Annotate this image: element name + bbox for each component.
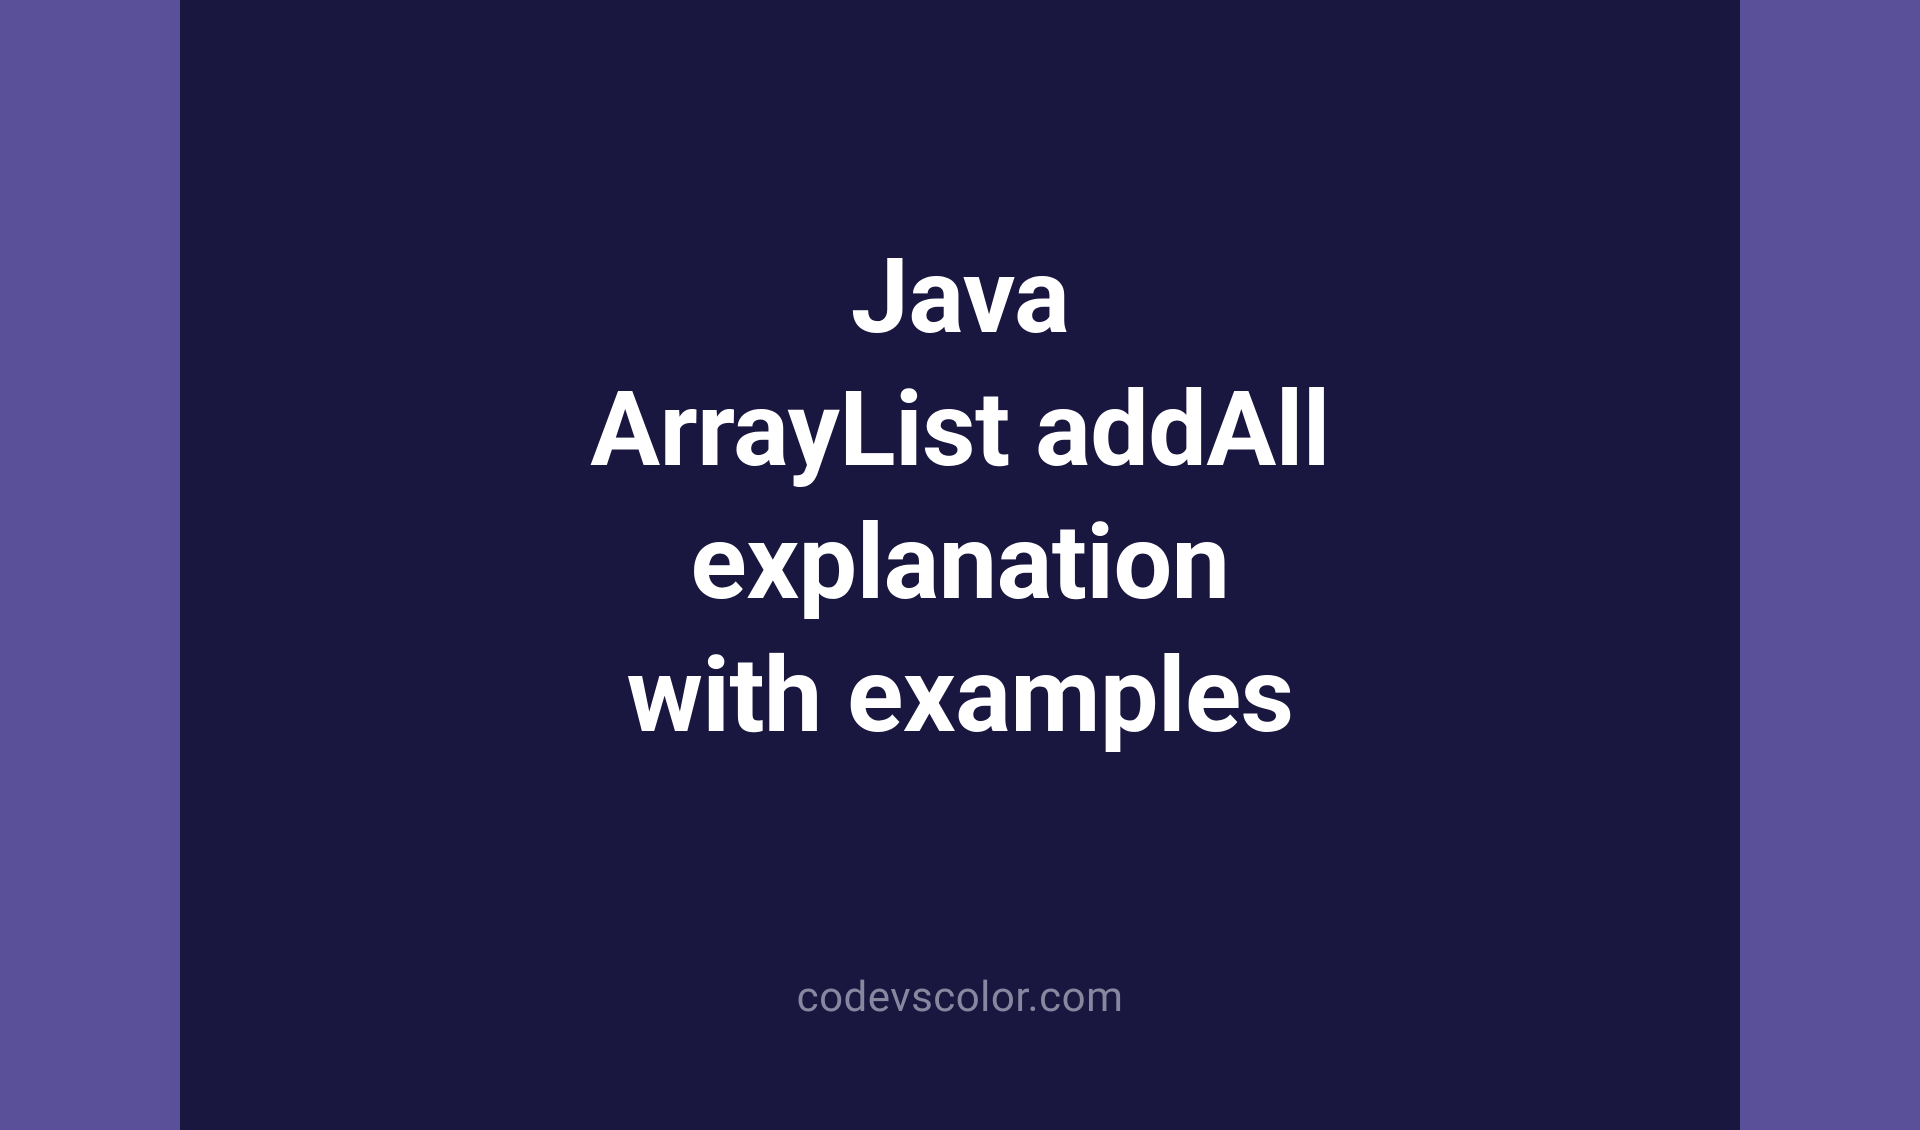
title-line-4: with examples (410, 631, 1510, 764)
watermark-text: codevscolor.com (797, 973, 1124, 1022)
title-line-1: Java (410, 231, 1510, 364)
title-line-3: explanation (410, 497, 1510, 630)
title-container: Java ArrayList addAll explanation with e… (410, 231, 1510, 763)
main-title: Java ArrayList addAll explanation with e… (410, 231, 1510, 763)
title-line-2: ArrayList addAll (410, 364, 1510, 497)
